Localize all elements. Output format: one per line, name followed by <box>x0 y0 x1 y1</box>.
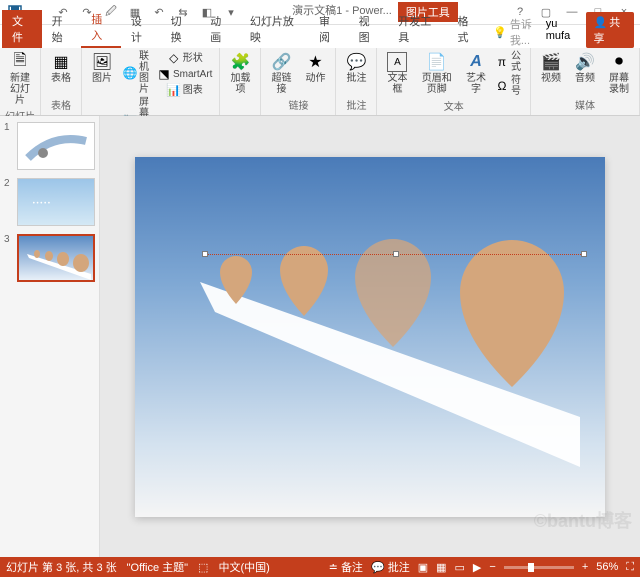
tab-insert[interactable]: 插入 <box>81 8 121 48</box>
shapes-button[interactable]: ◇形状 <box>154 50 215 66</box>
zoom-thumb[interactable] <box>528 563 534 572</box>
selection-handle-mid[interactable] <box>393 251 399 257</box>
video-button[interactable]: 🎬视频 <box>535 50 567 86</box>
tab-file[interactable]: 文件 <box>2 10 42 48</box>
view-normal-icon[interactable]: ▣ <box>418 561 428 574</box>
group-text-label: 文本 <box>444 98 464 114</box>
thumb-num-3: 3 <box>4 234 14 282</box>
thumb-3[interactable] <box>17 234 95 282</box>
tell-me-label: 告诉我... <box>510 16 546 48</box>
zoom-slider[interactable] <box>504 566 574 569</box>
comment-button[interactable]: 💬批注 <box>340 50 372 86</box>
audio-button[interactable]: 🔊音频 <box>569 50 601 86</box>
view-reading-icon[interactable]: ▭ <box>455 561 465 574</box>
action-button[interactable]: ★动作 <box>299 50 331 86</box>
group-slides: 🗎新建幻灯片 幻灯片 <box>0 48 41 115</box>
slide-canvas[interactable] <box>135 157 605 517</box>
selection-handle-left[interactable] <box>202 251 208 257</box>
textbox-button[interactable]: A文本框 <box>381 50 413 97</box>
zoom-value[interactable]: 56% <box>596 561 618 573</box>
tab-home[interactable]: 开始 <box>42 10 82 48</box>
tab-slideshow[interactable]: 幻灯片放映 <box>240 10 309 48</box>
zoom-out-button[interactable]: − <box>489 561 495 573</box>
bulb-icon: 💡 <box>493 26 507 39</box>
wordart-button[interactable]: A艺术字 <box>460 50 492 97</box>
online-picture-button[interactable]: 🌐联机图片 <box>120 50 152 96</box>
group-addins: 🧩加载项 <box>220 48 261 115</box>
user-area: yu mufa 👤共享 <box>546 12 638 48</box>
notes-button[interactable]: ≐ 备注 <box>329 559 363 575</box>
tab-design[interactable]: 设计 <box>121 10 161 48</box>
thumb-num-1: 1 <box>4 122 14 170</box>
thumb-2[interactable]: • • • • • <box>17 178 95 226</box>
group-images: 🖼图片 🌐联机图片 📷屏幕截图 📖相册 ◇形状 ⬔SmartArt 📊图表 图象 <box>82 48 220 115</box>
tab-review[interactable]: 审阅 <box>309 10 349 48</box>
thumb-row-2[interactable]: 2 • • • • • <box>4 178 95 226</box>
user-name[interactable]: yu mufa <box>546 18 580 42</box>
share-button[interactable]: 👤共享 <box>586 12 635 48</box>
tab-view[interactable]: 视图 <box>349 10 389 48</box>
slide-content[interactable] <box>135 157 605 517</box>
selection-handle-right[interactable] <box>581 251 587 257</box>
tab-animation[interactable]: 动画 <box>200 10 240 48</box>
thumb-row-1[interactable]: 1 <box>4 122 95 170</box>
table-button[interactable]: ▦表格 <box>45 50 77 86</box>
chart-button[interactable]: 📊图表 <box>154 82 215 98</box>
workspace: 1 2 • • • • • 3 <box>0 116 640 557</box>
screen-record-button[interactable]: ⏺屏幕录制 <box>603 50 635 97</box>
group-links-label: 链接 <box>288 97 308 113</box>
ribbon-tabs: 文件 开始 插入 设计 切换 动画 幻灯片放映 审阅 视图 开发工具 格式 💡告… <box>0 25 640 48</box>
status-lang[interactable]: 中文(中国) <box>218 559 269 575</box>
slide-thumbnails: 1 2 • • • • • 3 <box>0 116 100 557</box>
thumb-row-3[interactable]: 3 <box>4 234 95 282</box>
comments-button[interactable]: 💬 批注 <box>371 559 410 575</box>
group-tables: ▦表格 表格 <box>41 48 82 115</box>
group-media: 🎬视频 🔊音频 ⏺屏幕录制 媒体 <box>531 48 640 115</box>
group-comments: 💬批注 批注 <box>336 48 377 115</box>
tab-format[interactable]: 格式 <box>448 10 488 48</box>
tell-me-search[interactable]: 💡告诉我... <box>493 16 546 48</box>
equation-button[interactable]: π公式 <box>494 50 526 74</box>
ribbon: 🗎新建幻灯片 幻灯片 ▦表格 表格 🖼图片 🌐联机图片 📷屏幕截图 📖相册 ◇形… <box>0 48 640 116</box>
symbol-button[interactable]: Ω符号 <box>494 74 526 98</box>
picture-button[interactable]: 🖼图片 <box>86 50 118 86</box>
view-slideshow-icon[interactable]: ▶ <box>473 561 481 574</box>
hyperlink-button[interactable]: 🔗超链接 <box>265 50 297 97</box>
group-links: 🔗超链接 ★动作 链接 <box>261 48 336 115</box>
header-footer-button[interactable]: 📄页眉和页脚 <box>415 50 458 97</box>
thumb-num-2: 2 <box>4 178 14 226</box>
pin-4 <box>460 240 564 387</box>
tab-devtools[interactable]: 开发工具 <box>388 10 447 48</box>
tab-transition[interactable]: 切换 <box>161 10 201 48</box>
fit-button[interactable]: ⛶ <box>626 561 634 574</box>
group-text: A文本框 📄页眉和页脚 A艺术字 π公式 Ω符号 文本 <box>377 48 531 115</box>
group-media-label: 媒体 <box>575 97 595 113</box>
zoom-in-button[interactable]: + <box>582 561 588 573</box>
pin-2 <box>280 246 328 316</box>
group-comments-label: 批注 <box>346 97 366 113</box>
new-slide-button[interactable]: 🗎新建幻灯片 <box>4 50 36 108</box>
canvas-area[interactable] <box>100 116 640 557</box>
view-sorter-icon[interactable]: ▦ <box>436 561 446 574</box>
status-right: ≐ 备注 💬 批注 ▣ ▦ ▭ ▶ − + 56% ⛶ <box>329 559 634 575</box>
group-tables-label: 表格 <box>51 97 71 113</box>
status-bar: 幻灯片 第 3 张, 共 3 张 "Office 主题" ⬚ 中文(中国) ≐ … <box>0 557 640 577</box>
smartart-button[interactable]: ⬔SmartArt <box>154 66 215 82</box>
status-theme: "Office 主题" <box>127 559 188 575</box>
thumb-1[interactable] <box>17 122 95 170</box>
status-lang-icon[interactable]: ⬚ <box>198 561 208 574</box>
status-slide: 幻灯片 第 3 张, 共 3 张 <box>6 559 117 575</box>
addins-button[interactable]: 🧩加载项 <box>224 50 256 97</box>
